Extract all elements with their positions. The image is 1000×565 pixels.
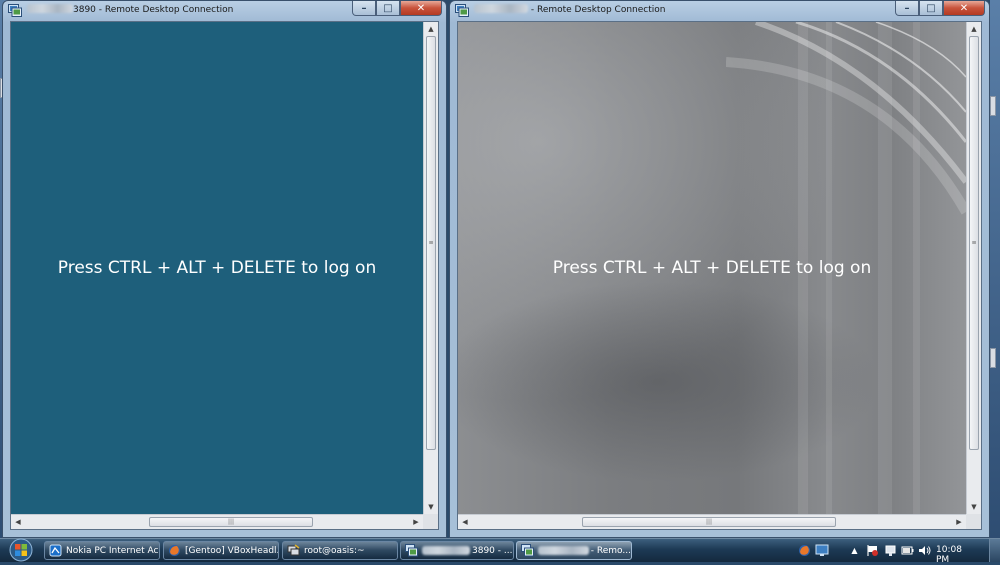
taskbar-item-label: - Remo... [590,545,631,556]
close-button[interactable]: ✕ [400,1,442,16]
flag-icon[interactable] [866,544,879,557]
nokia-icon [49,544,62,557]
redacted-hostname [474,4,528,13]
scroll-down-icon[interactable]: ▼ [424,500,438,514]
maximize-icon: □ [926,2,936,14]
remote-desktop-icon [405,544,418,557]
horizontal-scroll-thumb[interactable]: ||| [149,517,313,527]
taskbar-item-putty[interactable]: root@oasis:~ [282,541,398,560]
windows-logo-icon [9,538,33,562]
firefox-icon[interactable] [798,544,811,557]
remote-desktop-icon [521,544,534,557]
scroll-up-icon[interactable]: ▲ [424,22,438,36]
desktop-window-edge [990,348,996,368]
close-icon: ✕ [416,2,426,14]
grip-icon: ||| [705,518,713,526]
close-icon: ✕ [959,2,969,14]
window-title-text: - Remote Desktop Connection [528,5,666,15]
redacted-hostname [27,4,73,13]
maximize-button[interactable]: □ [919,1,943,16]
remote-desktop-icon [455,4,469,17]
scroll-right-icon[interactable]: ▶ [409,515,423,529]
title-bar[interactable]: - Remote Desktop Connection – □ ✕ [450,1,989,21]
display-icon[interactable] [815,544,829,557]
window-controls: – □ ✕ [352,1,442,17]
maximize-icon: □ [383,2,393,14]
vertical-scrollbar[interactable]: ▲ ≡ ▼ [966,22,981,514]
logon-prompt: Press CTRL + ALT + DELETE to log on [57,258,377,278]
minimize-icon: – [361,2,367,14]
background-light-arcs [726,22,966,215]
taskbar-item-label: root@oasis:~ [304,545,365,556]
taskbar-item-label: 3890 - ... [472,545,513,556]
window-title-text: 3890 - Remote Desktop Connection [73,5,234,15]
minimize-icon: – [904,2,910,14]
remote-desktop-window-left[interactable]: 3890 - Remote Desktop Connection – □ ✕ P… [2,0,447,538]
vertical-scroll-thumb[interactable]: ≡ [426,36,436,450]
show-hidden-icons-icon[interactable]: ▲ [848,544,861,557]
vertical-scrollbar[interactable]: ▲ ≡ ▼ [423,22,438,514]
scroll-up-icon[interactable]: ▲ [967,22,981,36]
minimize-button[interactable]: – [895,1,919,16]
taskbar-item-rdp-1[interactable]: 3890 - ... [400,541,514,560]
maximize-button[interactable]: □ [376,1,400,16]
network-icon[interactable] [884,544,897,557]
minimize-button[interactable]: – [352,1,376,16]
title-bar[interactable]: 3890 - Remote Desktop Connection – □ ✕ [3,1,446,21]
window-title: - Remote Desktop Connection [474,4,665,15]
scroll-left-icon[interactable]: ◀ [458,515,472,529]
firefox-icon [169,545,180,556]
taskbar-item-rdp-2[interactable]: - Remo... [516,541,632,560]
taskbar-item-gentoo[interactable]: [Gentoo] VBoxHeadl... [163,541,279,560]
scroll-left-icon[interactable]: ◀ [11,515,25,529]
taskbar-item-label: Nokia PC Internet Ac... [66,545,160,556]
scrollbar-corner [423,514,438,529]
close-button[interactable]: ✕ [943,1,985,16]
taskbar-item-label: [Gentoo] VBoxHeadl... [185,545,279,556]
taskbar: Nokia PC Internet Ac... [Gentoo] VBoxHea… [0,538,1000,565]
scroll-right-icon[interactable]: ▶ [952,515,966,529]
remote-session-viewport[interactable]: Press CTRL + ALT + DELETE to log on ▲ ≡ … [457,21,982,530]
scrollbar-corner [966,514,981,529]
remote-desktop-icon [8,4,22,17]
redacted-hostname [422,546,470,555]
window-controls: – □ ✕ [895,1,985,17]
taskbar-item-nokia[interactable]: Nokia PC Internet Ac... [44,541,160,560]
remote-logon-screen[interactable]: Press CTRL + ALT + DELETE to log on [458,22,966,514]
clock[interactable]: 10:08 PM [936,545,962,565]
horizontal-scrollbar[interactable]: ◀ ||| ▶ [11,514,423,529]
remote-logon-screen[interactable]: Press CTRL + ALT + DELETE to log on [11,22,423,514]
remote-desktop-window-right[interactable]: - Remote Desktop Connection – □ ✕ Press … [449,0,990,538]
horizontal-scroll-thumb[interactable]: ||| [582,517,836,527]
horizontal-scrollbar[interactable]: ◀ ||| ▶ [458,514,966,529]
scroll-down-icon[interactable]: ▼ [967,500,981,514]
grip-icon: ≡ [971,239,977,247]
window-title: 3890 - Remote Desktop Connection [27,4,233,15]
grip-icon: ≡ [428,239,434,247]
redacted-hostname [538,546,589,555]
start-button[interactable] [4,538,38,562]
logon-prompt: Press CTRL + ALT + DELETE to log on [552,258,872,278]
grip-icon: ||| [227,518,235,526]
battery-icon[interactable] [901,544,914,557]
volume-icon[interactable] [918,544,931,557]
putty-icon [287,544,300,556]
show-desktop-button[interactable] [989,539,1000,562]
desktop-right-edge [990,0,1000,538]
desktop-window-edge [990,96,996,116]
vertical-scroll-thumb[interactable]: ≡ [969,36,979,450]
remote-session-viewport[interactable]: Press CTRL + ALT + DELETE to log on ▲ ≡ … [10,21,439,530]
